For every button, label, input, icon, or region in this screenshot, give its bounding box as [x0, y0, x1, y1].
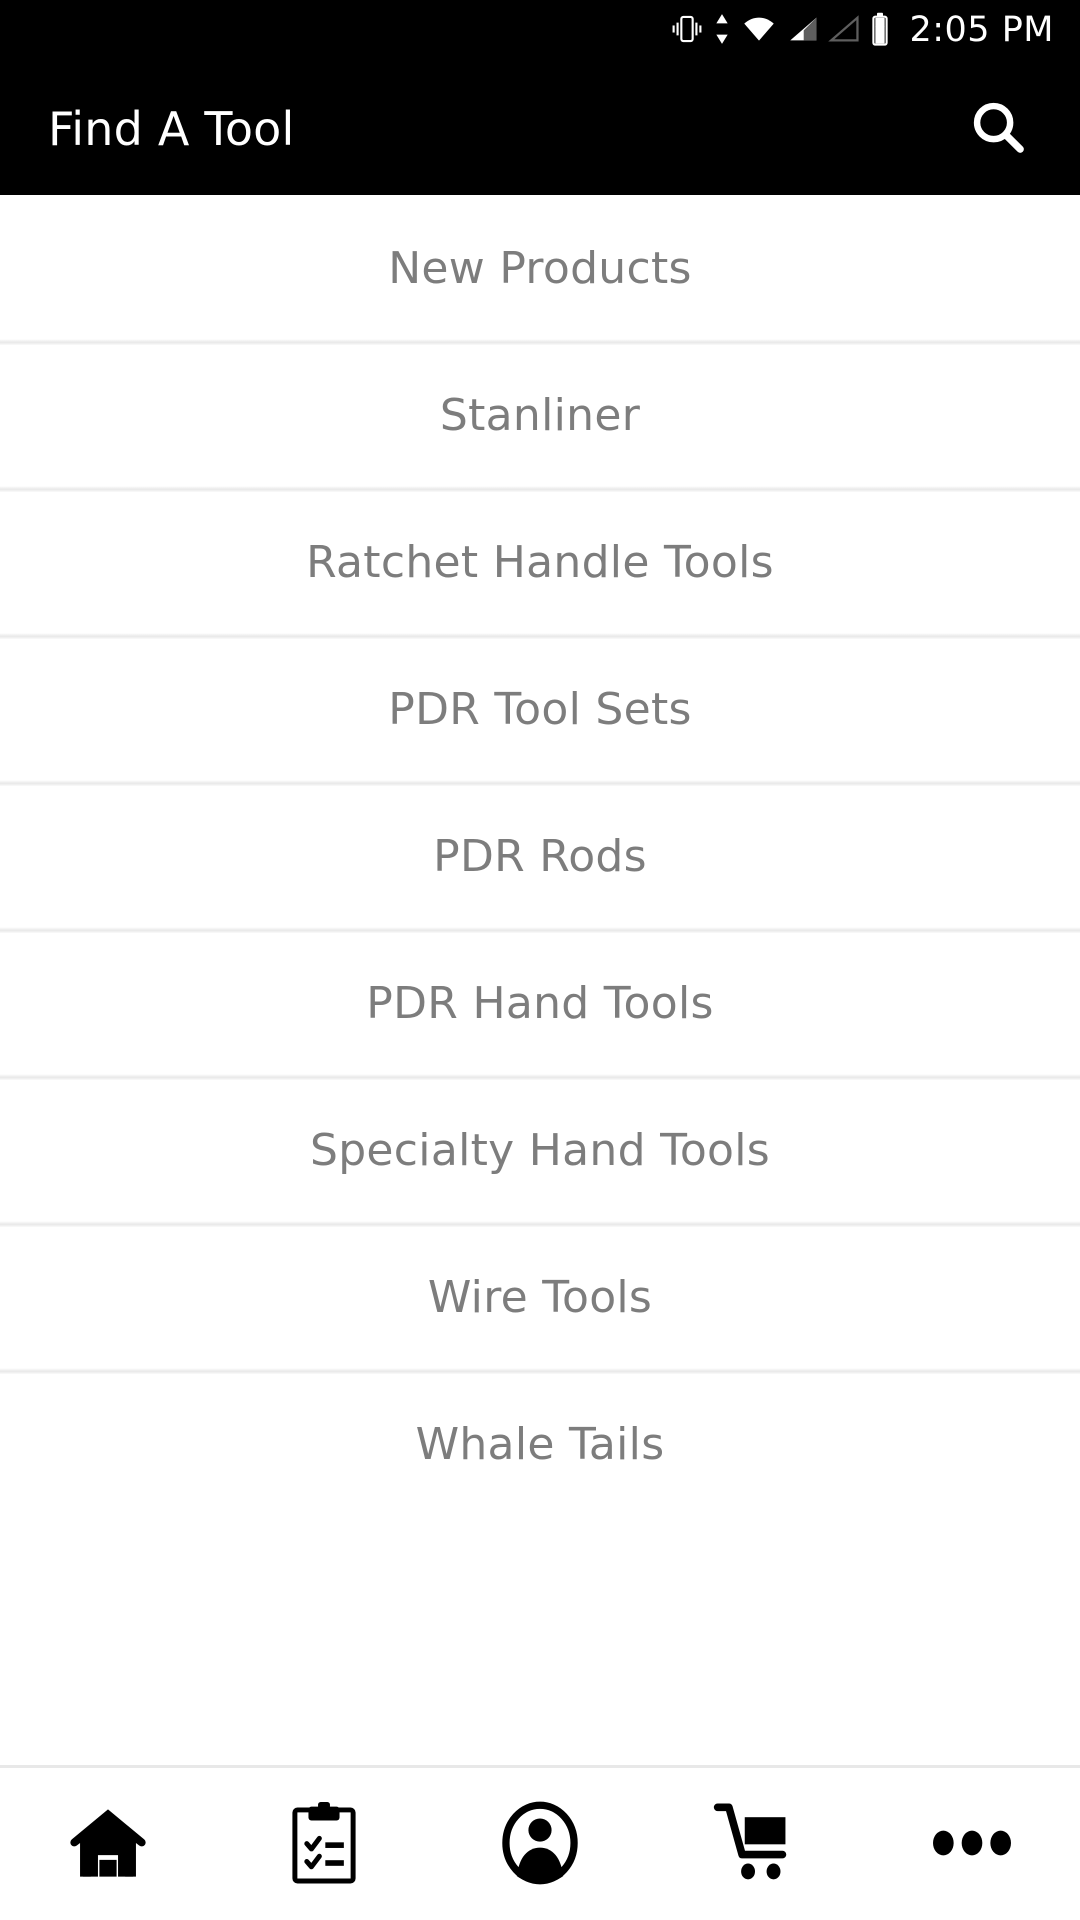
nav-more-button[interactable] — [864, 1767, 1080, 1920]
cellular-signal-icon — [787, 12, 819, 50]
search-icon — [967, 96, 1029, 161]
list-item-label: New Products — [388, 243, 692, 294]
list-item[interactable]: Stanliner — [0, 339, 1080, 489]
list-item-label: PDR Rods — [433, 831, 647, 882]
app-bar: Find A Tool — [0, 62, 1080, 195]
list-item[interactable]: Whale Tails — [0, 1368, 1080, 1518]
status-bar: 2:05 PM — [0, 0, 1080, 62]
app-screen: 2:05 PM Find A Tool New Products Stanlin… — [0, 0, 1080, 1920]
status-bar-clock: 2:05 PM — [909, 10, 1054, 50]
list-item-label: Ratchet Handle Tools — [306, 537, 774, 588]
account-circle-icon — [499, 1800, 581, 1889]
list-item[interactable]: Ratchet Handle Tools — [0, 486, 1080, 636]
list-item[interactable]: Wire Tools — [0, 1221, 1080, 1371]
list-item-label: PDR Hand Tools — [366, 978, 714, 1029]
bottom-navigation-bar — [0, 1765, 1080, 1920]
home-icon — [65, 1800, 151, 1889]
search-button[interactable] — [952, 83, 1044, 175]
clipboard-checklist-icon — [285, 1800, 363, 1889]
list-item-label: Stanliner — [439, 390, 641, 441]
more-ellipsis-icon — [929, 1823, 1015, 1866]
list-item-label: Specialty Hand Tools — [309, 1125, 771, 1176]
wifi-icon — [740, 12, 778, 50]
vibrate-icon — [670, 12, 704, 50]
data-transfer-icon — [713, 12, 731, 50]
list-item[interactable]: PDR Hand Tools — [0, 927, 1080, 1077]
nav-account-button[interactable] — [432, 1767, 648, 1920]
cellular-signal-empty-icon — [828, 12, 860, 50]
list-item[interactable]: PDR Rods — [0, 780, 1080, 930]
list-item-label: Whale Tails — [415, 1419, 665, 1470]
nav-orders-button[interactable] — [216, 1767, 432, 1920]
battery-icon — [869, 11, 891, 51]
list-item[interactable]: New Products — [0, 195, 1080, 342]
page-title: Find A Tool — [48, 101, 295, 156]
list-item[interactable]: Specialty Hand Tools — [0, 1074, 1080, 1224]
list-item-label: Wire Tools — [427, 1272, 653, 1323]
status-bar-icons — [670, 11, 891, 51]
list-item[interactable]: PDR Tool Sets — [0, 633, 1080, 783]
shopping-cart-icon — [710, 1800, 802, 1889]
nav-home-button[interactable] — [0, 1767, 216, 1920]
nav-cart-button[interactable] — [648, 1767, 864, 1920]
category-list[interactable]: New Products Stanliner Ratchet Handle To… — [0, 195, 1080, 1765]
app-bar-actions — [952, 83, 1044, 175]
list-item-label: PDR Tool Sets — [388, 684, 692, 735]
